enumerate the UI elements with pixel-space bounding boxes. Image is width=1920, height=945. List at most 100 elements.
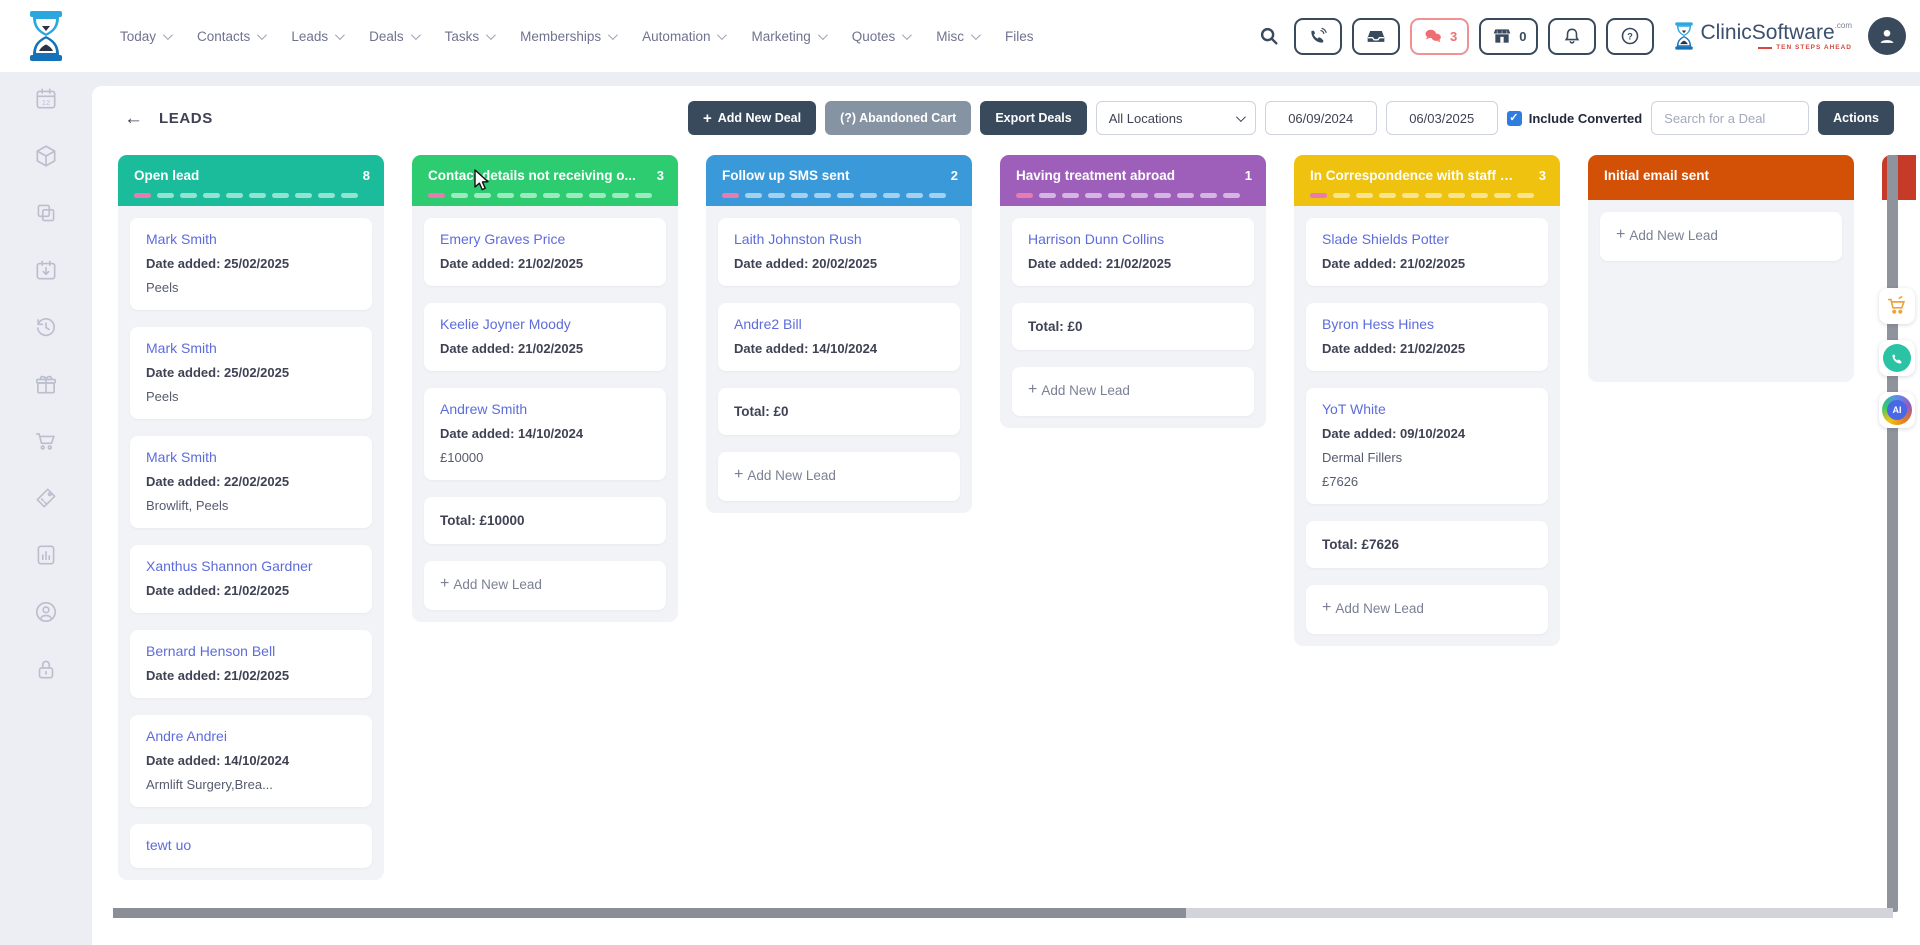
column-header[interactable]: Open lead8 (118, 155, 384, 206)
clinicsoftware-wordmark[interactable]: ClinicSoftware.com TEN STEPS AHEAD (1672, 21, 1852, 51)
kanban-column: Follow up SMS sent2 Laith Johnston RushDa… (706, 155, 972, 513)
nav-item-files[interactable]: Files (1005, 29, 1034, 44)
nav-item-memberships[interactable]: Memberships (520, 29, 615, 44)
progress-dash (1333, 193, 1350, 198)
column-body: Emery Graves PriceDate added: 21/02/2025… (412, 206, 678, 622)
column-count-badge: 1 (1245, 168, 1252, 183)
lead-name-link: Mark Smith (146, 230, 356, 249)
copy-icon[interactable] (33, 200, 59, 226)
ticket-icon[interactable] (33, 485, 59, 511)
avatar[interactable] (1868, 17, 1906, 55)
vertical-scrollbar[interactable] (1887, 155, 1898, 912)
lead-card[interactable]: YoT WhiteDate added: 09/10/2024Dermal Fi… (1306, 388, 1548, 504)
back-arrow-icon[interactable]: ← (124, 109, 143, 128)
progress-dash (814, 193, 831, 198)
nav-item-automation[interactable]: Automation (642, 29, 724, 44)
lead-card[interactable]: Andre2 BillDate added: 14/10/2024 (718, 303, 960, 371)
column-progress-dashes (1310, 193, 1544, 198)
lead-card[interactable]: Bernard Henson BellDate added: 21/02/202… (130, 630, 372, 698)
report-icon[interactable] (33, 542, 59, 568)
column-header[interactable]: Having treatment abroad1 (1000, 155, 1266, 206)
date-to-input[interactable] (1386, 101, 1498, 135)
chat-count-badge: 3 (1450, 29, 1457, 44)
nav-item-deals[interactable]: Deals (369, 29, 418, 44)
cart-float-button[interactable] (1879, 288, 1915, 324)
checkbox-checked-icon[interactable] (1507, 111, 1522, 126)
lead-card[interactable]: Andrew SmithDate added: 14/10/2024£10000 (424, 388, 666, 480)
progress-dash (860, 193, 877, 198)
search-icon[interactable] (1254, 21, 1284, 51)
add-new-lead-button[interactable]: +Add New Lead (1012, 367, 1254, 416)
progress-dash (295, 193, 312, 198)
lead-card[interactable]: Slade Shields PotterDate added: 21/02/20… (1306, 218, 1548, 286)
column-header[interactable]: In Correspondence with staff me...3 (1294, 155, 1560, 206)
help-button[interactable]: ? (1606, 18, 1654, 55)
progress-dash (474, 193, 491, 198)
lead-detail: Browlift, Peels (146, 496, 356, 515)
actions-button[interactable]: Actions (1818, 101, 1894, 135)
phone-button[interactable] (1294, 18, 1342, 55)
calendar-icon[interactable]: 12 (33, 86, 59, 112)
export-deals-button[interactable]: Export Deals (980, 101, 1086, 135)
lock-icon[interactable] (33, 656, 59, 682)
lead-date: Date added: 22/02/2025 (146, 472, 356, 491)
nav-item-today[interactable]: Today (120, 29, 170, 44)
lead-date: Date added: 25/02/2025 (146, 363, 356, 382)
add-new-lead-button[interactable]: +Add New Lead (718, 452, 960, 501)
history-icon[interactable] (33, 314, 59, 340)
lead-card[interactable]: Mark SmithDate added: 25/02/2025Peels (130, 327, 372, 419)
horizontal-scrollbar-track[interactable] (113, 908, 1893, 918)
progress-dash (1177, 193, 1194, 198)
gift-icon[interactable] (33, 371, 59, 397)
lead-card[interactable]: tewt uo (130, 824, 372, 868)
lead-card[interactable]: Mark SmithDate added: 25/02/2025Peels (130, 218, 372, 310)
cart-icon[interactable] (33, 428, 59, 454)
plus-icon: + (734, 466, 743, 484)
lead-card[interactable]: Xanthus Shannon GardnerDate added: 21/02… (130, 545, 372, 613)
column-header[interactable]: Initial email sent (1588, 155, 1854, 200)
nav-item-quotes[interactable]: Quotes (852, 29, 910, 44)
nav-item-tasks[interactable]: Tasks (445, 29, 494, 44)
column-header[interactable]: Follow up SMS sent2 (706, 155, 972, 206)
chevron-down-icon (411, 30, 421, 40)
column-header[interactable]: Contact details not receiving o...3 (412, 155, 678, 206)
abandoned-cart-button[interactable]: (?) Abandoned Cart (825, 101, 971, 135)
nav-item-contacts[interactable]: Contacts (197, 29, 264, 44)
column-progress-dashes (134, 193, 368, 198)
add-new-deal-button[interactable]: +Add New Deal (688, 101, 816, 135)
horizontal-scrollbar-thumb[interactable] (113, 908, 1186, 918)
panel-header: ← LEADS +Add New Deal (?) Abandoned Cart… (92, 86, 1920, 147)
add-new-lead-button[interactable]: +Add New Lead (1600, 212, 1842, 261)
progress-dash (1154, 193, 1171, 198)
person-badge-icon[interactable] (33, 599, 59, 625)
nav-item-marketing[interactable]: Marketing (751, 29, 824, 44)
nav-item-misc[interactable]: Misc (936, 29, 978, 44)
lead-card[interactable]: Emery Graves PriceDate added: 21/02/2025 (424, 218, 666, 286)
lead-card[interactable]: Byron Hess HinesDate added: 21/02/2025 (1306, 303, 1548, 371)
clinicsoftware-logo-icon[interactable] (24, 10, 68, 62)
chat-button[interactable]: 3 (1410, 18, 1469, 55)
inbox-button[interactable] (1352, 18, 1400, 55)
lead-card[interactable]: Andre AndreiDate added: 14/10/2024Armlif… (130, 715, 372, 807)
locations-select[interactable]: All Locations (1096, 101, 1256, 135)
include-converted-toggle[interactable]: Include Converted (1507, 111, 1642, 126)
column-total: Total: £0 (1028, 317, 1238, 336)
date-from-input[interactable] (1265, 101, 1377, 135)
lead-card[interactable]: Keelie Joyner MoodyDate added: 21/02/202… (424, 303, 666, 371)
calendar-download-icon[interactable] (33, 257, 59, 283)
lead-card[interactable]: Mark SmithDate added: 22/02/2025Browlift… (130, 436, 372, 528)
search-deal-input[interactable] (1651, 101, 1809, 135)
chevron-down-icon (163, 30, 173, 40)
add-new-lead-button[interactable]: +Add New Lead (424, 561, 666, 610)
notifications-button[interactable] (1548, 18, 1596, 55)
lead-card[interactable]: Laith Johnston RushDate added: 20/02/202… (718, 218, 960, 286)
phone-float-button[interactable] (1879, 340, 1915, 376)
pos-button[interactable]: 0 (1479, 18, 1538, 55)
add-new-lead-button[interactable]: +Add New Lead (1306, 585, 1548, 634)
package-icon[interactable] (33, 143, 59, 169)
ai-float-button[interactable]: AI (1879, 392, 1915, 428)
progress-dash (1062, 193, 1079, 198)
lead-date: Date added: 25/02/2025 (146, 254, 356, 273)
nav-item-leads[interactable]: Leads (291, 29, 342, 44)
lead-card[interactable]: Harrison Dunn CollinsDate added: 21/02/2… (1012, 218, 1254, 286)
